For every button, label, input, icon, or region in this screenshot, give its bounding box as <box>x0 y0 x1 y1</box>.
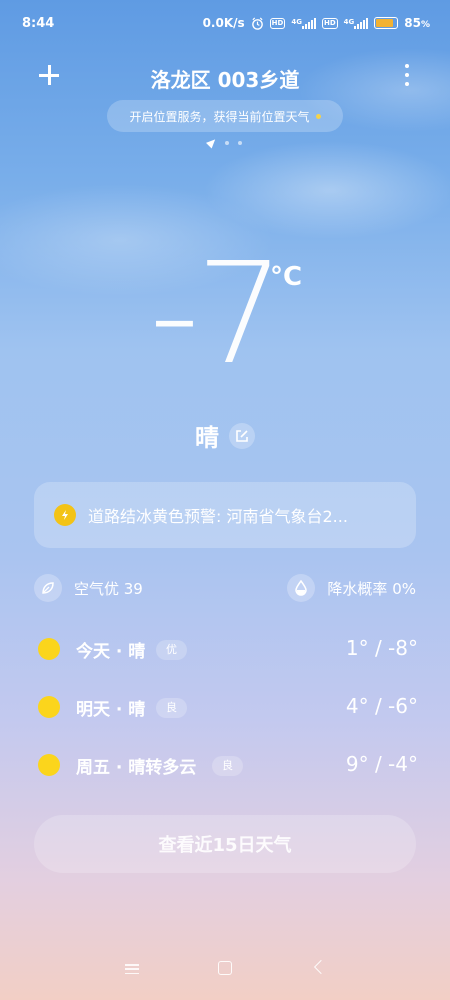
status-bar: 8:44 0.0K/s HD 4G HD 4G 85% <box>0 14 450 38</box>
sun-icon <box>38 696 60 718</box>
temperature-value: -7 <box>149 233 285 396</box>
forecast-day: 今天 · 晴 <box>76 642 146 662</box>
air-quality-label: 空气优 39 <box>74 579 143 598</box>
signal-icon-1: 4G <box>291 17 316 29</box>
view-15-day-label: 查看近15日天气 <box>158 835 292 856</box>
location-service-banner[interactable]: 开启位置服务，获得当前位置天气 <box>107 100 343 132</box>
view-15-day-button[interactable]: 查看近15日天气 <box>34 815 416 873</box>
aqi-badge: 良 <box>212 756 243 776</box>
pager-dot <box>238 140 242 145</box>
condition-text: 晴 <box>195 424 219 452</box>
more-icon[interactable] <box>402 64 412 86</box>
net-speed: 0.0K/s <box>202 16 245 30</box>
precip-label: 降水概率 0% <box>327 579 416 598</box>
air-precip-row: 空气优 39 降水概率 0% <box>34 574 416 602</box>
sun-icon <box>38 638 60 660</box>
forecast-row-friday[interactable]: 周五 · 晴转多云 良 9° / -4° <box>38 750 418 780</box>
battery-icon <box>374 17 399 29</box>
forecast-range: 4° / -6° <box>345 694 418 718</box>
alarm-icon <box>251 17 264 30</box>
hd-badge-1: HD <box>269 17 286 29</box>
temperature-unit: °C <box>270 262 303 292</box>
current-temperature: -7 °C <box>0 240 450 390</box>
hd-badge-2: HD <box>321 17 338 29</box>
weather-alert-card[interactable]: 道路结冰黄色预警: 河南省气象台2... <box>34 482 416 548</box>
current-condition: 晴 <box>0 418 450 453</box>
system-nav-bar <box>0 944 450 1000</box>
net-type-2: 4G <box>343 17 355 26</box>
aqi-badge: 优 <box>156 640 187 660</box>
sun-icon <box>38 754 60 776</box>
battery-level: 85% <box>404 16 430 30</box>
city-pager <box>0 136 450 149</box>
status-time: 8:44 <box>22 16 55 31</box>
location-banner-text: 开启位置服务，获得当前位置天气 <box>129 109 310 124</box>
edit-icon[interactable] <box>229 422 255 449</box>
forecast-range: 1° / -8° <box>345 636 418 660</box>
forecast-row-tomorrow[interactable]: 明天 · 晴 良 4° / -6° <box>38 692 418 722</box>
aqi-badge: 良 <box>156 698 187 718</box>
status-right: 0.0K/s HD 4G HD 4G 85% <box>203 16 430 30</box>
air-quality[interactable]: 空气优 39 <box>34 574 143 602</box>
header: 洛龙区 003乡道 <box>0 58 450 98</box>
net-type-1: 4G <box>291 17 302 26</box>
drop-icon <box>287 574 316 602</box>
forecast-range: 9° / -4° <box>345 752 418 776</box>
alert-text: 道路结冰黄色预警: 河南省气象台2... <box>88 507 348 526</box>
precipitation[interactable]: 降水概率 0% <box>287 574 416 602</box>
signal-icon-2: 4G <box>343 17 369 29</box>
alert-icon <box>54 504 76 526</box>
home-icon[interactable] <box>218 961 232 975</box>
forecast-day: 明天 · 晴 <box>76 700 146 720</box>
back-icon[interactable] <box>313 959 329 975</box>
pager-dot <box>225 140 229 145</box>
menu-icon[interactable] <box>125 964 139 974</box>
leaf-icon <box>34 574 62 602</box>
city-title: 洛龙区 003乡道 <box>150 68 300 92</box>
forecast-row-today[interactable]: 今天 · 晴 优 1° / -8° <box>38 634 418 664</box>
notice-dot <box>315 113 321 119</box>
location-arrow-icon <box>205 136 219 149</box>
forecast-day: 周五 · 晴转多云 <box>76 758 197 778</box>
